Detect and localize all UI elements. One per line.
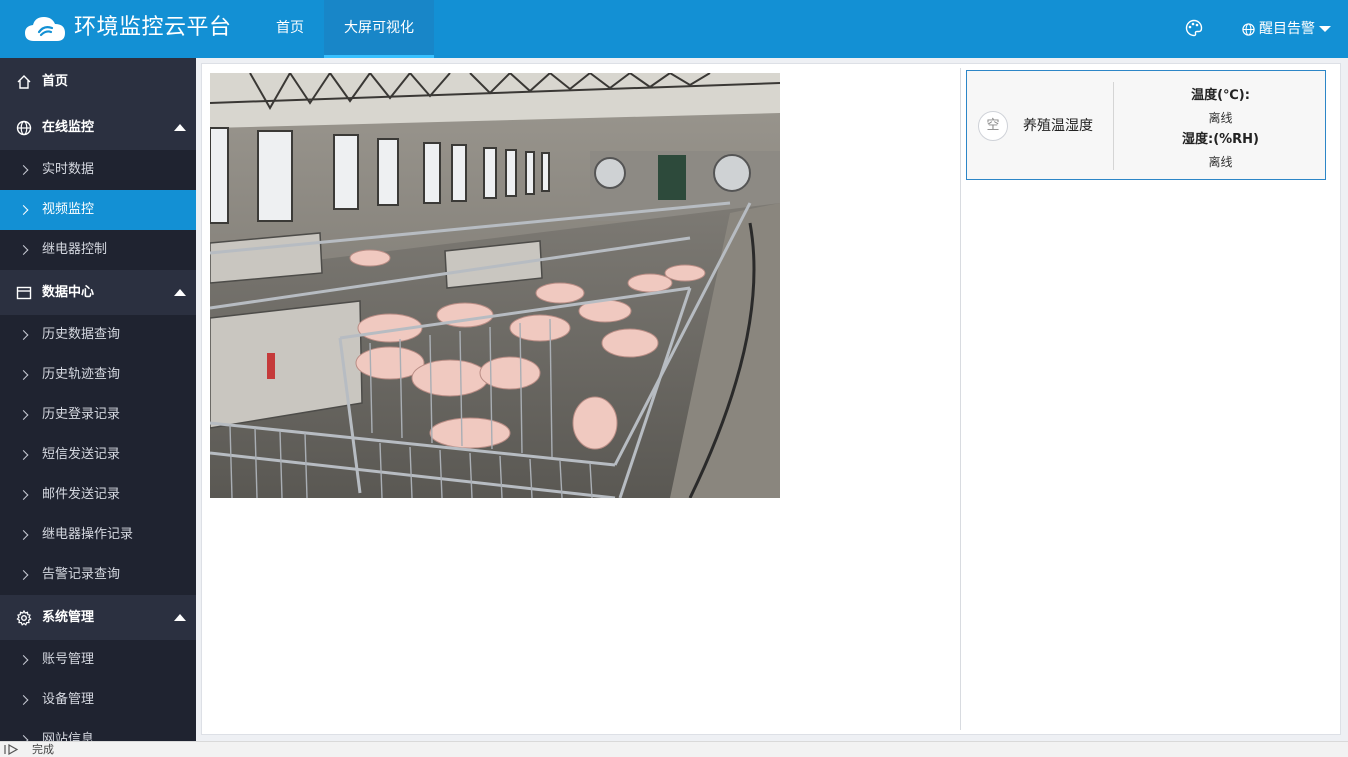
sidebar-item-label: 邮件发送记录 [42, 487, 121, 502]
sidebar-item-label: 历史登录记录 [42, 407, 121, 422]
play-icon [4, 744, 19, 755]
sidebar-item-label: 实时数据 [42, 162, 95, 177]
sidebar-item-realtime-data[interactable]: 实时数据 [0, 150, 196, 190]
nav-active-underline [324, 55, 434, 58]
card-divider [1113, 82, 1114, 170]
sidebar-item-label: 告警记录查询 [42, 567, 121, 582]
sidebar-item-email-records[interactable]: 邮件发送记录 [0, 475, 196, 515]
chevron-right-icon [18, 530, 29, 540]
sidebar-item-label: 视频监控 [42, 202, 95, 217]
sidebar-group-data-center[interactable]: 数据中心 [0, 270, 196, 315]
sidebar-item-label: 继电器控制 [42, 242, 108, 257]
chevron-right-icon [18, 490, 29, 500]
sidebar-group-label: 数据中心 [42, 285, 95, 300]
sidebar-group-label: 在线监控 [42, 120, 95, 135]
sidebar-item-sms-records[interactable]: 短信发送记录 [0, 435, 196, 475]
caret-down-icon [1319, 26, 1331, 32]
globe-icon [1242, 22, 1255, 36]
humidity-label: 湿度:(%RH) [1182, 132, 1259, 147]
chevron-right-icon [18, 165, 29, 175]
nav-big-screen-label: 大屏可视化 [344, 20, 414, 36]
gear-icon [16, 609, 32, 626]
alarm-label: 醒目告警 [1259, 21, 1315, 37]
chevron-right-icon [18, 205, 29, 215]
globe-icon [16, 120, 32, 135]
sidebar-item-label: 历史轨迹查询 [42, 367, 121, 382]
status-bar: 完成 [0, 741, 1348, 757]
chevron-right-icon [18, 410, 29, 420]
sidebar-item-video-monitor[interactable]: 视频监控 [0, 190, 196, 230]
sidebar-item-home[interactable]: 首页 [0, 58, 196, 105]
sidebar-item-relay-records[interactable]: 继电器操作记录 [0, 515, 196, 555]
caret-up-icon [174, 123, 186, 131]
sidebar-item-label: 网站信息 [42, 732, 95, 741]
chevron-right-icon [18, 450, 29, 460]
panel-divider [960, 68, 961, 730]
chevron-right-icon [18, 570, 29, 580]
chevron-right-icon [18, 655, 29, 665]
sidebar-item-label: 历史数据查询 [42, 327, 121, 342]
sidebar-item-label: 设备管理 [42, 692, 95, 707]
sidebar-item-label: 短信发送记录 [42, 447, 121, 462]
sidebar-item-history-data[interactable]: 历史数据查询 [0, 315, 196, 355]
palette-icon[interactable] [1185, 19, 1203, 37]
caret-up-icon [174, 288, 186, 296]
chevron-right-icon [18, 330, 29, 340]
sidebar-group-online-monitor[interactable]: 在线监控 [0, 105, 196, 150]
device-card[interactable]: 空 养殖温湿度 温度(℃): 离线 湿度:(%RH) 离线 [966, 70, 1326, 180]
sidebar-item-device[interactable]: 设备管理 [0, 680, 196, 720]
temperature-value: 离线 [1208, 111, 1233, 125]
temperature-label: 温度(℃): [1191, 88, 1250, 103]
pig-barn-video-frame [210, 73, 780, 498]
sidebar-item-account[interactable]: 账号管理 [0, 640, 196, 680]
device-name: 养殖温湿度 [1023, 118, 1093, 134]
sidebar-item-alarm-records[interactable]: 告警记录查询 [0, 555, 196, 595]
nav-big-screen[interactable]: 大屏可视化 [324, 0, 434, 58]
caret-up-icon [174, 613, 186, 621]
top-bar: 环境监控云平台 首页 大屏可视化 醒目告警 [0, 0, 1348, 58]
status-badge: 空 [978, 111, 1008, 141]
sidebar-item-label: 首页 [42, 74, 69, 89]
sidebar-item-label: 账号管理 [42, 652, 95, 667]
humidity-value: 离线 [1208, 155, 1233, 169]
alarm-dropdown[interactable]: 醒目告警 [1242, 0, 1331, 58]
window-icon [16, 286, 32, 299]
sidebar-item-site-info[interactable]: 网站信息 [0, 720, 196, 741]
sidebar-item-login-records[interactable]: 历史登录记录 [0, 395, 196, 435]
status-text: 完成 [32, 743, 54, 756]
video-feed[interactable] [210, 73, 780, 498]
sidebar-group-label: 系统管理 [42, 610, 95, 625]
home-icon [17, 74, 31, 89]
sidebar-item-label: 继电器操作记录 [42, 527, 134, 542]
chevron-right-icon [18, 245, 29, 255]
sidebar: 首页 在线监控 实时数据 视频监控 继电器控制 数据中心 历史数据查询 历史轨迹… [0, 58, 196, 741]
device-readings: 温度(℃): 离线 湿度:(%RH) 离线 [1115, 85, 1326, 173]
chevron-right-icon [18, 370, 29, 380]
sidebar-item-history-track[interactable]: 历史轨迹查询 [0, 355, 196, 395]
chevron-right-icon [18, 695, 29, 705]
cloud-logo-icon [25, 17, 65, 41]
brand-title: 环境监控云平台 [74, 15, 232, 40]
sidebar-item-relay-control[interactable]: 继电器控制 [0, 230, 196, 270]
sidebar-group-system[interactable]: 系统管理 [0, 595, 196, 640]
nav-home[interactable]: 首页 [276, 0, 304, 58]
main-content: 空 养殖温湿度 温度(℃): 离线 湿度:(%RH) 离线 [201, 63, 1341, 735]
